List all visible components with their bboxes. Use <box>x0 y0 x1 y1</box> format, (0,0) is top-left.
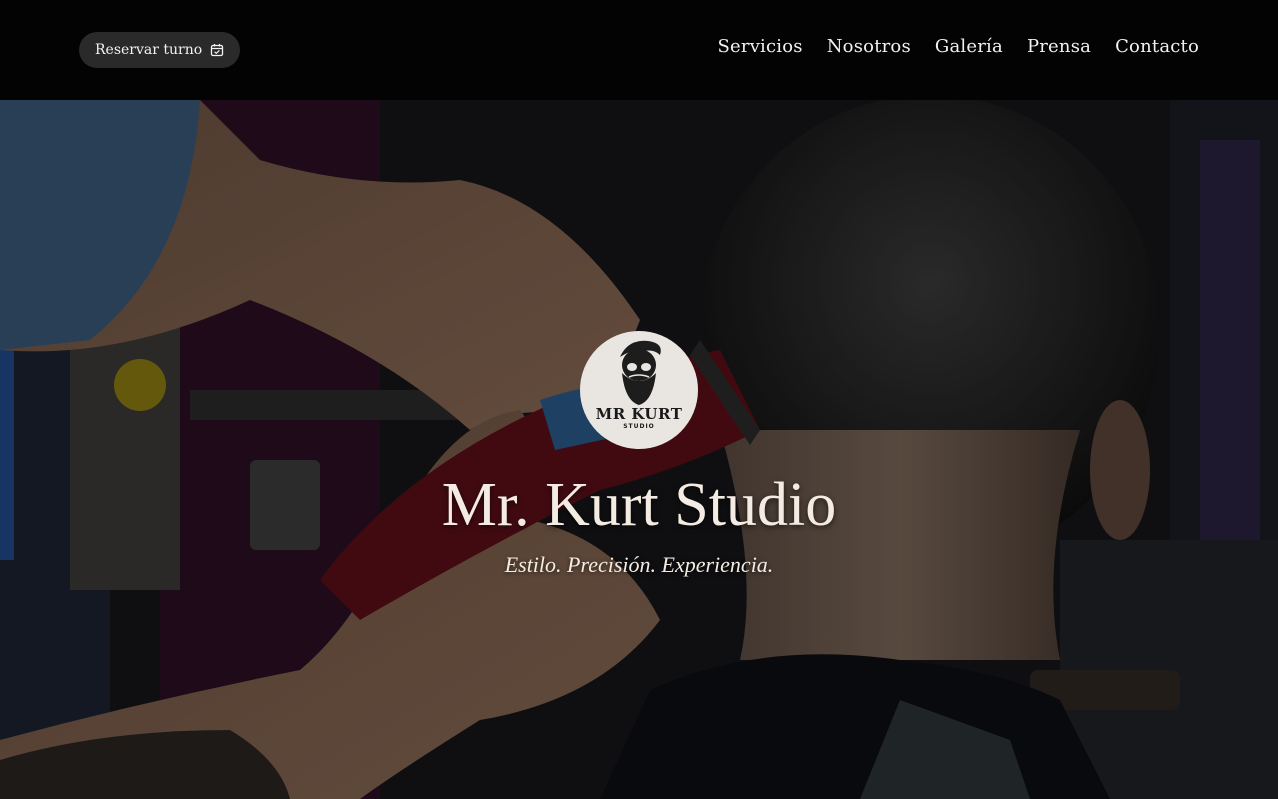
hero-title: Mr. Kurt Studio <box>441 471 837 539</box>
hero-tagline: Estilo. Precisión. Experiencia. <box>504 552 774 577</box>
hero-section: MR KURT STUDIO Mr. Kurt Studio Estilo. P… <box>0 100 1278 799</box>
reserve-appointment-button[interactable]: Reservar turno <box>79 32 241 68</box>
calendar-check-icon <box>210 43 224 57</box>
nav-link-nosotros[interactable]: Nosotros <box>827 36 911 57</box>
logo-subtitle: STUDIO <box>623 423 655 430</box>
nav-link-prensa[interactable]: Prensa <box>1027 36 1091 57</box>
reserve-button-label: Reservar turno <box>95 42 203 58</box>
studio-logo: MR KURT STUDIO <box>580 331 698 449</box>
logo-name: MR KURT <box>595 405 683 423</box>
nav-link-contacto[interactable]: Contacto <box>1115 36 1199 57</box>
nav-link-galeria[interactable]: Galería <box>935 36 1003 57</box>
hero-dark-overlay <box>0 100 1278 799</box>
nav-link-servicios[interactable]: Servicios <box>718 36 803 57</box>
main-navigation: Servicios Nosotros Galería Prensa Contac… <box>718 36 1200 57</box>
page: Reservar turno Servicios Nosotros Galerí… <box>0 0 1278 799</box>
top-navigation-bar: Reservar turno Servicios Nosotros Galerí… <box>0 0 1278 100</box>
bearded-skull-icon <box>620 340 661 405</box>
